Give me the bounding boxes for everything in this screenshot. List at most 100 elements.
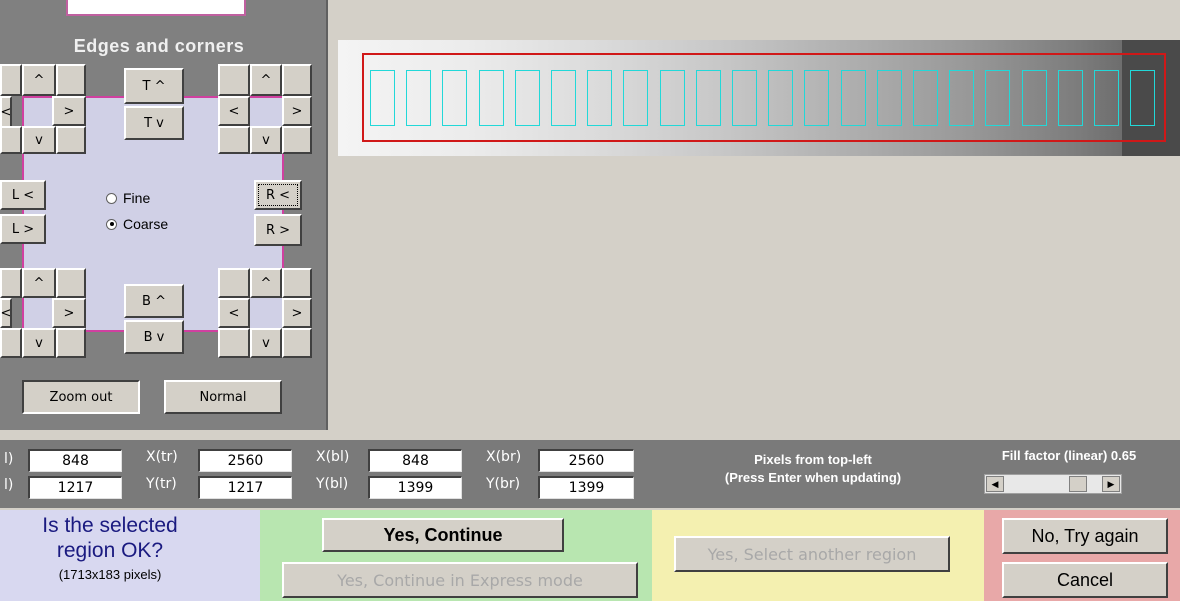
patch-box — [840, 70, 866, 126]
fine-radio-label: Fine — [123, 190, 151, 206]
edges-corners-panel: Edges and corners ^ < > v T ^ T v ^ < > … — [0, 0, 328, 430]
x-br-field[interactable]: 2560 — [538, 449, 634, 472]
patch-box — [1021, 70, 1047, 126]
tr-down-button[interactable]: v — [250, 126, 282, 154]
tr-up-button[interactable]: ^ — [250, 64, 282, 96]
bl-blank-2[interactable] — [0, 328, 22, 358]
tl-right-button[interactable]: > — [52, 96, 86, 126]
question-line-2: region OK? — [56, 539, 164, 562]
tl-down-button[interactable]: v — [22, 126, 56, 154]
br-blank-2[interactable] — [218, 328, 250, 358]
patch-box — [659, 70, 685, 126]
br-blank-0[interactable] — [218, 268, 250, 298]
patch-box — [514, 70, 540, 126]
tr-blank-2[interactable] — [218, 126, 250, 154]
coarse-radio[interactable]: Coarse — [106, 216, 168, 232]
tl-blank-1[interactable] — [56, 64, 86, 96]
patch-box — [1057, 70, 1083, 126]
continue-panel: Yes, Continue Yes, Continue in Express m… — [260, 510, 652, 601]
br-blank-1[interactable] — [282, 268, 312, 298]
fine-radio[interactable]: Fine — [106, 190, 150, 206]
x-tr-field[interactable]: 2560 — [198, 449, 292, 472]
y-br-label: Y(br) — [486, 476, 521, 492]
x-tl-label: l) — [4, 451, 14, 467]
y-tr-label: Y(tr) — [146, 476, 177, 492]
top-down-button[interactable]: T v — [124, 106, 184, 140]
top-up-button[interactable]: T ^ — [124, 68, 184, 104]
left-edge-right-button[interactable]: L > — [0, 214, 46, 244]
zoom-out-button[interactable]: Zoom out — [22, 380, 140, 414]
yes-continue-button[interactable]: Yes, Continue — [322, 518, 564, 552]
patch-box — [804, 70, 830, 126]
x-bl-label: X(bl) — [316, 449, 350, 465]
scroll-right-arrow-icon[interactable]: ▶ — [1102, 476, 1120, 492]
x-tl-field[interactable]: 848 — [28, 449, 122, 472]
y-tl-field[interactable]: 1217 — [28, 476, 122, 499]
top-partial-button[interactable] — [66, 0, 246, 16]
scroll-left-arrow-icon[interactable]: ◀ — [986, 476, 1004, 492]
yes-express-button[interactable]: Yes, Continue in Express mode — [282, 562, 638, 598]
patch-box — [876, 70, 902, 126]
scroll-thumb[interactable] — [1069, 476, 1087, 492]
tl-blank-0[interactable] — [0, 64, 22, 96]
tr-blank-3[interactable] — [282, 126, 312, 154]
fill-factor-scrollbar[interactable]: ◀ ▶ — [984, 474, 1122, 494]
tr-right-button[interactable]: > — [282, 96, 312, 126]
bl-blank-3[interactable] — [56, 328, 86, 358]
bl-left-button[interactable]: < — [0, 298, 12, 328]
question-panel: Is the selected region OK? (1713x183 pix… — [0, 510, 260, 601]
tl-left-button[interactable]: < — [0, 96, 12, 128]
patch-box — [442, 70, 468, 126]
br-right-button[interactable]: > — [282, 298, 312, 328]
yes-select-another-button[interactable]: Yes, Select another region — [674, 536, 950, 572]
fine-radio-dot[interactable] — [106, 192, 117, 204]
patch-box — [913, 70, 938, 126]
br-left-button[interactable]: < — [218, 298, 250, 328]
y-bl-field[interactable]: 1399 — [368, 476, 462, 499]
another-region-panel: Yes, Select another region — [652, 510, 984, 601]
bl-up-button[interactable]: ^ — [22, 268, 56, 298]
x-bl-field[interactable]: 848 — [368, 449, 462, 472]
retry-panel: No, Try again Cancel — [984, 510, 1180, 601]
tr-blank-0[interactable] — [218, 64, 250, 96]
br-down-button[interactable]: v — [250, 328, 282, 358]
patch-box — [695, 70, 721, 126]
y-bl-label: Y(bl) — [316, 476, 349, 492]
x-tr-label: X(tr) — [146, 449, 178, 465]
question-line-1: Is the selected — [42, 514, 178, 537]
fill-factor-label: Fill factor (linear) 0.65 — [1001, 448, 1137, 463]
tr-left-button[interactable]: < — [218, 96, 250, 126]
y-br-field[interactable]: 1399 — [538, 476, 634, 499]
bottom-up-button[interactable]: B ^ — [124, 284, 184, 318]
tr-blank-1[interactable] — [282, 64, 312, 96]
left-edge-left-button[interactable]: L < — [0, 180, 46, 210]
patch-box — [623, 70, 649, 126]
tl-blank-3[interactable] — [56, 126, 86, 154]
x-br-label: X(br) — [486, 449, 522, 465]
tl-blank-2[interactable] — [0, 126, 22, 154]
right-edge-left-button[interactable]: R < — [254, 180, 302, 210]
br-blank-3[interactable] — [282, 328, 312, 358]
bl-right-button[interactable]: > — [52, 298, 86, 328]
bl-blank-1[interactable] — [56, 268, 86, 298]
cancel-button[interactable]: Cancel — [1002, 562, 1168, 598]
panel-title: Edges and corners — [73, 36, 245, 56]
patch-box — [1094, 70, 1119, 126]
br-up-button[interactable]: ^ — [250, 268, 282, 298]
bottom-down-button[interactable]: B v — [124, 320, 184, 354]
patch-box — [1130, 70, 1156, 126]
normal-button[interactable]: Normal — [164, 380, 282, 414]
right-edge-right-button[interactable]: R > — [254, 214, 302, 246]
y-tl-label: l) — [4, 477, 14, 493]
patch-box — [587, 70, 613, 126]
y-tr-field[interactable]: 1217 — [198, 476, 292, 499]
bl-blank-0[interactable] — [0, 268, 22, 298]
patch-box — [732, 70, 757, 126]
bl-down-button[interactable]: v — [22, 328, 56, 358]
coarse-radio-dot[interactable] — [106, 218, 117, 230]
patch-box — [406, 70, 432, 126]
pixels-info: Pixels from top-left — [754, 452, 872, 467]
tl-up-button[interactable]: ^ — [22, 64, 56, 96]
no-try-again-button[interactable]: No, Try again — [1002, 518, 1168, 554]
patch-box — [949, 70, 975, 126]
